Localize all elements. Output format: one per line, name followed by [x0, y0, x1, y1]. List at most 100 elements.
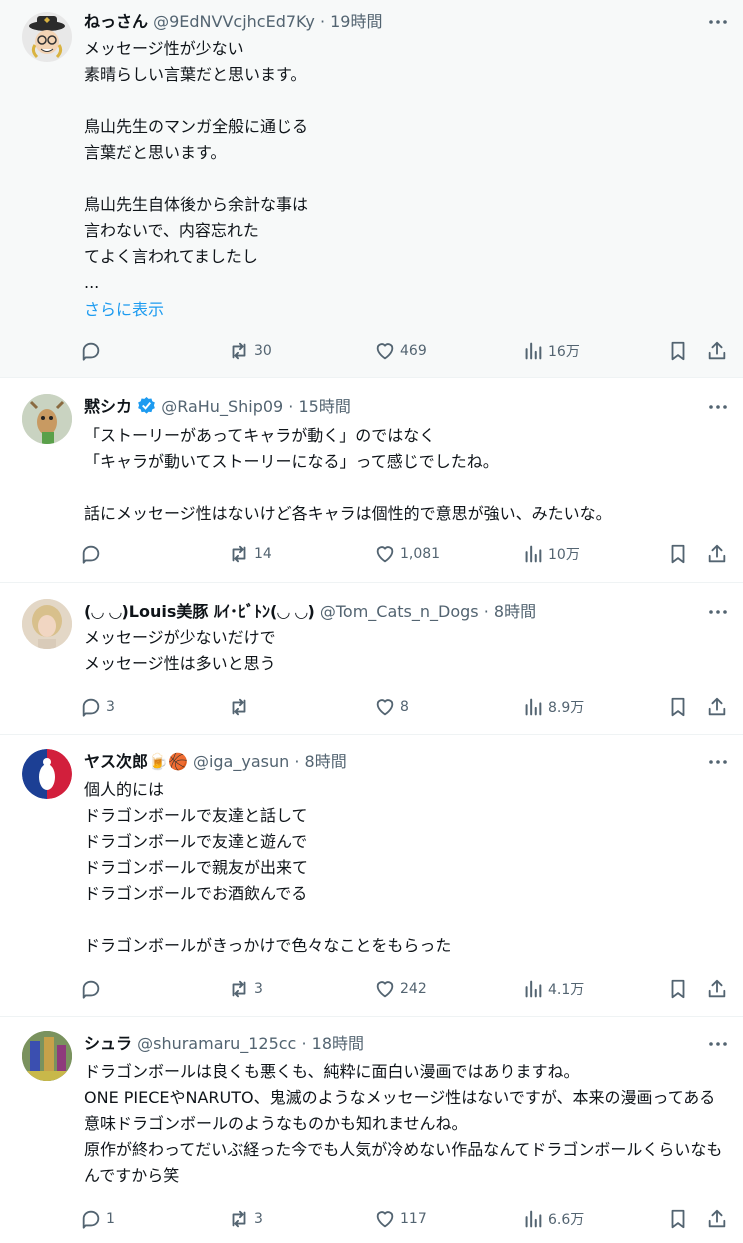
repost-icon [228, 1208, 250, 1230]
share-button[interactable] [706, 1206, 728, 1232]
timestamp[interactable]: 8時間 [305, 752, 347, 771]
like-count: 242 [400, 981, 427, 997]
tweet[interactable]: シュラ @shuramaru_125cc · 18時間 ドラゴンボールは良くも悪… [0, 1017, 743, 1243]
share-icon [706, 696, 728, 718]
repost-button[interactable]: 3 [228, 1206, 263, 1232]
display-name[interactable]: (◡ ◡)Louis美豚 ﾙｲ･ﾋﾞﾄﾝ(◡ ◡) [84, 602, 315, 621]
avatar[interactable] [22, 394, 72, 444]
tweet[interactable]: ねっさん @9EdNVVcjhcEd7Ky · 19時間 メッセージ性が少ない … [0, 0, 743, 378]
name-emoji: 🍺🏀 [148, 752, 188, 771]
views-icon [522, 1208, 544, 1230]
views-button[interactable]: 8.9万 [522, 694, 584, 720]
tweet-text: 個人的には ドラゴンボールで友達と話して ドラゴンボールで友達と遊んで ドラゴン… [84, 780, 452, 955]
user-handle[interactable]: @iga_yasun [193, 752, 289, 771]
timestamp[interactable]: 18時間 [312, 1034, 364, 1053]
timestamp[interactable]: 19時間 [330, 12, 382, 31]
more-icon[interactable] [707, 396, 729, 418]
like-button[interactable]: 1,081 [374, 541, 440, 567]
more-icon[interactable] [707, 601, 729, 623]
reply-button[interactable]: 1 [80, 1206, 115, 1232]
views-count: 6.6万 [548, 1212, 585, 1228]
repost-button[interactable]: 14 [228, 541, 272, 567]
bookmark-icon [667, 340, 689, 362]
more-icon[interactable] [707, 1033, 729, 1055]
tweet[interactable]: (◡ ◡)Louis美豚 ﾙｲ･ﾋﾞﾄﾝ(◡ ◡) @Tom_Cats_n_Do… [0, 583, 743, 735]
display-name[interactable]: シュラ [84, 1034, 132, 1053]
repost-count: 30 [254, 343, 272, 359]
tweet-text: メッセージが少ないだけで メッセージ性は多いと思う [84, 628, 276, 673]
avatar[interactable] [22, 749, 72, 799]
like-icon [374, 696, 396, 718]
like-button[interactable]: 8 [374, 694, 409, 720]
tweet-actions: 3 8 8.9万 [80, 694, 729, 720]
user-handle[interactable]: @Tom_Cats_n_Dogs [320, 602, 479, 621]
views-button[interactable]: 16万 [522, 338, 580, 364]
reply-icon [80, 340, 102, 362]
avatar[interactable] [22, 1031, 72, 1081]
views-count: 10万 [548, 547, 580, 563]
reply-button[interactable]: 3 [80, 694, 115, 720]
user-handle[interactable]: @RaHu_Ship09 [161, 397, 283, 416]
tweet-actions: 3 242 4.1万 [80, 976, 729, 1002]
like-button[interactable]: 117 [374, 1206, 427, 1232]
display-name[interactable]: 黙シカ [84, 397, 132, 416]
repost-count: 3 [254, 981, 263, 997]
more-icon[interactable] [707, 11, 729, 33]
bookmark-button[interactable] [667, 338, 689, 364]
views-button[interactable]: 10万 [522, 541, 580, 567]
bookmark-button[interactable] [667, 1206, 689, 1232]
tweet-header: 黙シカ @RaHu_Ship09 · 15時間 [84, 396, 699, 418]
share-icon [706, 1208, 728, 1230]
share-button[interactable] [706, 976, 728, 1002]
like-icon [374, 340, 396, 362]
show-more-link[interactable]: さらに表示 [84, 298, 164, 322]
bookmark-icon [667, 543, 689, 565]
like-count: 8 [400, 699, 409, 715]
bookmark-button[interactable] [667, 541, 689, 567]
share-button[interactable] [706, 694, 728, 720]
user-handle[interactable]: @shuramaru_125cc [137, 1034, 296, 1053]
avatar[interactable] [22, 599, 72, 649]
share-button[interactable] [706, 338, 728, 364]
bookmark-button[interactable] [667, 976, 689, 1002]
reply-button[interactable] [80, 541, 106, 567]
views-icon [522, 340, 544, 362]
like-button[interactable]: 469 [374, 338, 427, 364]
reply-button[interactable] [80, 338, 106, 364]
repost-icon [228, 696, 250, 718]
like-icon [374, 543, 396, 565]
views-icon [522, 696, 544, 718]
like-button[interactable]: 242 [374, 976, 427, 1002]
views-count: 16万 [548, 344, 580, 360]
share-button[interactable] [706, 541, 728, 567]
reply-icon [80, 696, 102, 718]
views-button[interactable]: 4.1万 [522, 976, 584, 1002]
repost-button[interactable]: 3 [228, 976, 263, 1002]
timestamp[interactable]: 15時間 [298, 397, 350, 416]
tweet-actions: 1 3 117 6.6万 [80, 1206, 729, 1232]
views-button[interactable]: 6.6万 [522, 1206, 584, 1232]
share-icon [706, 543, 728, 565]
share-icon [706, 978, 728, 1000]
display-name[interactable]: ねっさん [84, 12, 148, 31]
reply-button[interactable] [80, 976, 106, 1002]
repost-count: 14 [254, 546, 272, 562]
bookmark-icon [667, 978, 689, 1000]
timestamp[interactable]: 8時間 [494, 602, 536, 621]
more-icon[interactable] [707, 751, 729, 773]
tweet-header: ねっさん @9EdNVVcjhcEd7Ky · 19時間 [84, 12, 383, 31]
reply-count: 3 [106, 699, 115, 715]
display-name[interactable]: ヤス次郎 [84, 752, 148, 771]
repost-count: 3 [254, 1211, 263, 1227]
avatar[interactable] [22, 12, 72, 62]
user-handle[interactable]: @9EdNVVcjhcEd7Ky [153, 12, 315, 31]
repost-button[interactable] [228, 694, 254, 720]
tweet-header: ヤス次郎🍺🏀 @iga_yasun · 8時間 [84, 752, 347, 771]
tweet[interactable]: 黙シカ @RaHu_Ship09 · 15時間 「ストーリーがあってキャラが動く… [0, 378, 743, 583]
bookmark-button[interactable] [667, 694, 689, 720]
views-count: 8.9万 [548, 700, 585, 716]
share-icon [706, 340, 728, 362]
tweet-actions: 30 469 16万 [80, 338, 729, 364]
tweet[interactable]: ヤス次郎🍺🏀 @iga_yasun · 8時間 個人的には ドラゴンボールで友達… [0, 735, 743, 1017]
repost-button[interactable]: 30 [228, 338, 272, 364]
